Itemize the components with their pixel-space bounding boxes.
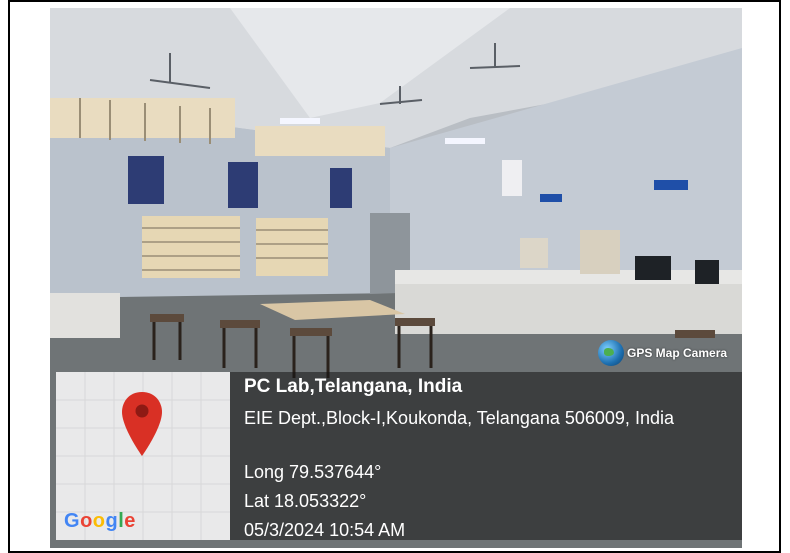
google-logo-letter: g xyxy=(105,510,119,532)
frame-top-border xyxy=(8,0,781,2)
latitude-text: Lat 18.053322° xyxy=(244,491,367,511)
timestamp-text: 05/3/2024 10:54 AM xyxy=(244,520,406,540)
location-address: EIE Dept.,Block-I,Koukonda, Telangana 50… xyxy=(244,408,674,428)
google-logo-letter: o xyxy=(92,510,106,532)
location-info-panel: PC Lab,Telangana, India EIE Dept.,Block-… xyxy=(230,372,742,540)
gps-map-camera-badge: GPS Map Camera xyxy=(598,339,727,367)
google-logo-letter: G xyxy=(64,510,81,532)
google-logo: Google xyxy=(64,510,136,533)
map-thumbnail: Google xyxy=(56,372,230,540)
location-title: PC Lab,Telangana, India xyxy=(244,376,463,397)
location-pin-icon xyxy=(122,392,162,456)
frame-right-border xyxy=(779,0,781,553)
globe-icon xyxy=(598,340,624,366)
longitude-text: Long 79.537644° xyxy=(244,462,382,482)
google-logo-letter: o xyxy=(80,510,93,532)
frame-left-border xyxy=(8,0,10,553)
google-logo-letter: e xyxy=(124,510,136,532)
gps-badge-label: GPS Map Camera xyxy=(627,346,728,360)
